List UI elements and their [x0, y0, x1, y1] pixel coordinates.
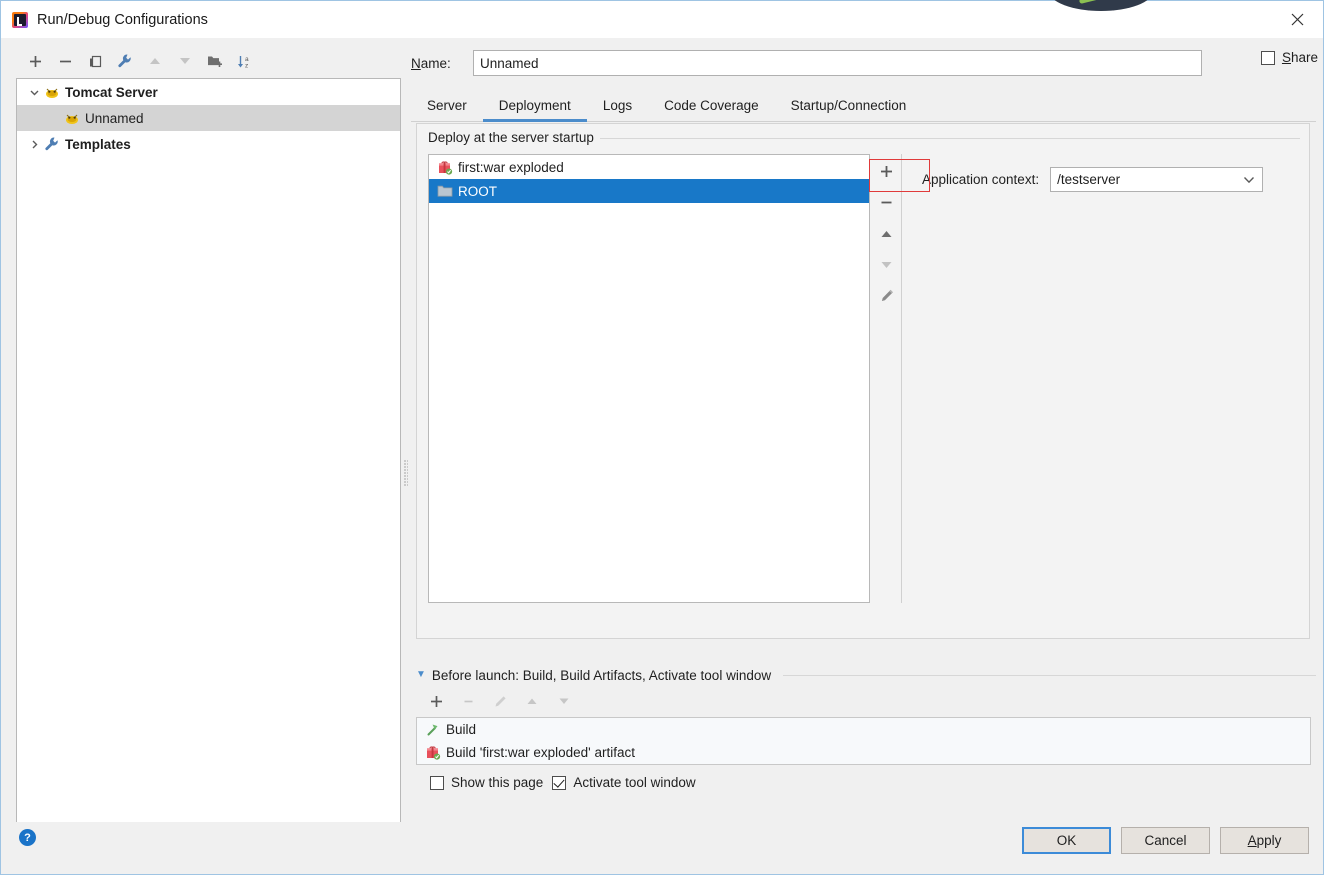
ok-button[interactable]: OK [1022, 827, 1111, 854]
activate-tool-window-checkbox[interactable]: Activate tool window [552, 775, 696, 790]
list-item[interactable]: Build [417, 718, 1310, 741]
wrench-icon[interactable] [111, 48, 139, 74]
before-launch-options: Show this page Activate tool window [416, 775, 1316, 790]
before-launch-title: Before launch: Build, Build Artifacts, A… [431, 667, 772, 683]
name-row: Name: [411, 48, 1316, 78]
folder-add-icon[interactable] [201, 48, 229, 74]
tree-item-label: Unnamed [85, 110, 144, 126]
activate-tool-window-checkbox-box[interactable] [552, 775, 567, 790]
remove-task-button[interactable] [454, 689, 482, 715]
move-up-button[interactable] [141, 48, 169, 74]
run-debug-configurations-dialog: Run/Debug Configurations a z Tomcat Serv… [0, 0, 1324, 875]
deploy-group-title: Deploy at the server startup [428, 130, 600, 145]
folder-icon [436, 183, 453, 199]
deployment-artifacts-list[interactable]: first:war exploded ROOT [428, 154, 870, 603]
remove-configuration-button[interactable] [51, 48, 79, 74]
chevron-down-icon[interactable] [1243, 172, 1255, 187]
share-checkbox[interactable]: Share [1260, 50, 1318, 65]
name-label: Name: [411, 55, 451, 71]
tab-server[interactable]: Server [411, 91, 483, 122]
wrench-icon [43, 136, 60, 152]
tomcat-icon [43, 84, 60, 100]
deployment-tab-panel: Deploy at the server startup first:war e… [416, 123, 1310, 639]
tree-item-unnamed[interactable]: Unnamed [17, 105, 400, 131]
tab-startup-connection[interactable]: Startup/Connection [775, 91, 923, 122]
list-item[interactable]: Build 'first:war exploded' artifact [417, 741, 1310, 764]
list-item[interactable]: first:war exploded [429, 155, 869, 179]
chevron-down-icon[interactable] [25, 83, 43, 101]
move-down-button[interactable] [171, 48, 199, 74]
configuration-editor-pane: Name: Share Server Deployment Logs Code … [411, 38, 1323, 874]
copy-configuration-button[interactable] [81, 48, 109, 74]
show-this-page-checkbox-box[interactable] [430, 775, 444, 790]
name-input[interactable] [473, 50, 1202, 76]
header-divider [783, 674, 1316, 676]
application-context-label: Application context: [922, 172, 1040, 187]
show-this-page-checkbox[interactable]: Show this page [430, 775, 543, 790]
list-item[interactable]: ROOT [429, 179, 869, 203]
tab-logs[interactable]: Logs [587, 91, 648, 122]
remove-artifact-button[interactable] [872, 187, 902, 218]
before-launch-section: ▼ Before launch: Build, Build Artifacts,… [416, 666, 1316, 790]
edit-artifact-button[interactable] [872, 280, 902, 311]
configurations-pane: a z Tomcat Server Unnamed Templates [16, 46, 401, 826]
show-this-page-label: Show this page [451, 775, 544, 790]
move-artifact-down-button[interactable] [872, 249, 902, 280]
list-item-label: Build 'first:war exploded' artifact [446, 745, 635, 760]
artifact-icon [424, 745, 441, 761]
before-launch-tasks-list[interactable]: Build Build 'first:war exploded' artifac… [416, 717, 1311, 765]
application-context-value: /testserver [1057, 172, 1121, 187]
list-item-label: Build [446, 722, 477, 737]
add-artifact-button[interactable] [872, 156, 902, 187]
svg-text:z: z [245, 62, 248, 69]
sort-az-icon[interactable]: a z [231, 48, 259, 74]
dialog-content: a z Tomcat Server Unnamed Templates Name… [1, 38, 1323, 874]
share-label: Share [1281, 50, 1318, 65]
configuration-tabs: Server Deployment Logs Code Coverage Sta… [411, 90, 1316, 122]
before-launch-header[interactable]: ▼ Before launch: Build, Build Artifacts,… [416, 666, 1316, 684]
tab-deployment[interactable]: Deployment [482, 91, 587, 122]
tree-item-templates[interactable]: Templates [17, 131, 400, 157]
overlay-streak [1078, 0, 1114, 5]
add-task-button[interactable] [422, 689, 450, 715]
pane-splitter[interactable] [402, 78, 410, 858]
tree-item-label: Templates [65, 136, 131, 152]
apply-button[interactable]: Apply [1220, 827, 1309, 854]
task-move-up-button[interactable] [518, 689, 546, 715]
tab-code-coverage[interactable]: Code Coverage [648, 91, 775, 122]
dialog-title: Run/Debug Configurations [37, 11, 208, 28]
chevron-right-icon[interactable] [25, 135, 43, 153]
artifact-icon [436, 159, 453, 175]
configurations-toolbar: a z [16, 46, 401, 76]
application-context-row: Application context: /testserver [922, 167, 1264, 192]
task-move-down-button[interactable] [550, 689, 578, 715]
add-configuration-button[interactable] [21, 48, 49, 74]
dialog-button-bar: ? OK Cancel Apply [1, 822, 1323, 874]
close-icon[interactable] [1275, 1, 1319, 38]
activate-tool-window-label: Activate tool window [573, 775, 696, 790]
build-hammer-icon [424, 722, 441, 738]
tomcat-icon [63, 110, 80, 126]
list-item-label: ROOT [458, 183, 497, 199]
intellij-idea-icon [12, 11, 28, 28]
edit-task-button[interactable] [486, 689, 514, 715]
before-launch-toolbar [416, 688, 1316, 715]
list-item-label: first:war exploded [458, 159, 564, 175]
application-context-combobox[interactable]: /testserver [1050, 167, 1264, 192]
splitter-grip [404, 460, 408, 486]
move-artifact-up-button[interactable] [872, 218, 902, 249]
deployment-list-toolbar [872, 154, 902, 603]
collapse-triangle-icon[interactable]: ▼ [416, 670, 426, 680]
configurations-tree[interactable]: Tomcat Server Unnamed Templates [16, 78, 401, 826]
tree-item-tomcat-server[interactable]: Tomcat Server [17, 79, 400, 105]
help-button[interactable]: ? [19, 829, 36, 846]
tree-item-label: Tomcat Server [65, 84, 158, 100]
share-checkbox-box[interactable] [1260, 50, 1275, 65]
cancel-button[interactable]: Cancel [1121, 827, 1210, 854]
